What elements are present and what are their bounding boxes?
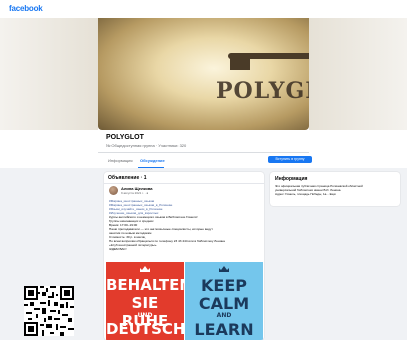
key-shaft-shape <box>228 53 309 59</box>
info-text: Это официальная публичная страница Рогач… <box>275 184 397 196</box>
cover-blur-right <box>309 18 407 130</box>
post-line: ЖДЕМ ВАС! <box>109 247 127 251</box>
info-card: Информация Это официальная публичная стр… <box>270 172 400 206</box>
facebook-logo[interactable]: facebook <box>9 4 43 13</box>
poster-line: CALM <box>198 294 250 313</box>
post-date[interactable]: 9 августа 2021 г. · ● <box>121 191 148 195</box>
cover-blur-left <box>0 18 98 130</box>
post-divider <box>104 183 264 184</box>
poster-line: KEEP <box>201 276 247 295</box>
crown-icon <box>219 266 229 272</box>
post-section-title: Объявление · 1 <box>108 175 147 181</box>
post-text: #Марина_иностранных_языков #Марина_иност… <box>109 199 261 251</box>
announcement-post: Объявление · 1 Алина Щелкова 9 августа 2… <box>104 172 264 340</box>
avatar[interactable] <box>109 186 118 195</box>
crown-icon <box>140 266 150 272</box>
poster-line: BEHALTEN <box>106 276 184 294</box>
tab-discussion[interactable]: Обсуждение <box>140 158 165 163</box>
info-line[interactable]: Адрес: Гомель, площадь Победы, 1а... Ещё <box>275 192 397 196</box>
cover-word: POLYGLOT <box>216 78 309 104</box>
info-title: Информация <box>275 176 308 182</box>
group-meta: № Общедоступная группа · Участники: 320 <box>106 143 187 148</box>
top-bar: facebook <box>0 0 407 18</box>
group-title: POLYGLOT <box>106 134 144 141</box>
qr-code-icon <box>24 286 74 336</box>
tab-info[interactable]: Информация <box>108 158 133 163</box>
cover-photo[interactable]: POLYGLOT <box>98 18 309 130</box>
poster-line: UND <box>137 312 153 319</box>
poster-line: AND <box>216 312 232 319</box>
poster-line: LEARN <box>194 320 254 339</box>
poster-line: DEUTSCH <box>106 320 184 338</box>
join-group-button[interactable]: Вступить в группу <box>268 156 312 163</box>
cover-area: POLYGLOT <box>0 18 407 130</box>
german-poster-image[interactable]: BEHALTEN SIE RUHE UND DEUTSCH <box>106 262 184 340</box>
english-poster-image[interactable]: KEEP CALM AND LEARN <box>185 262 263 340</box>
